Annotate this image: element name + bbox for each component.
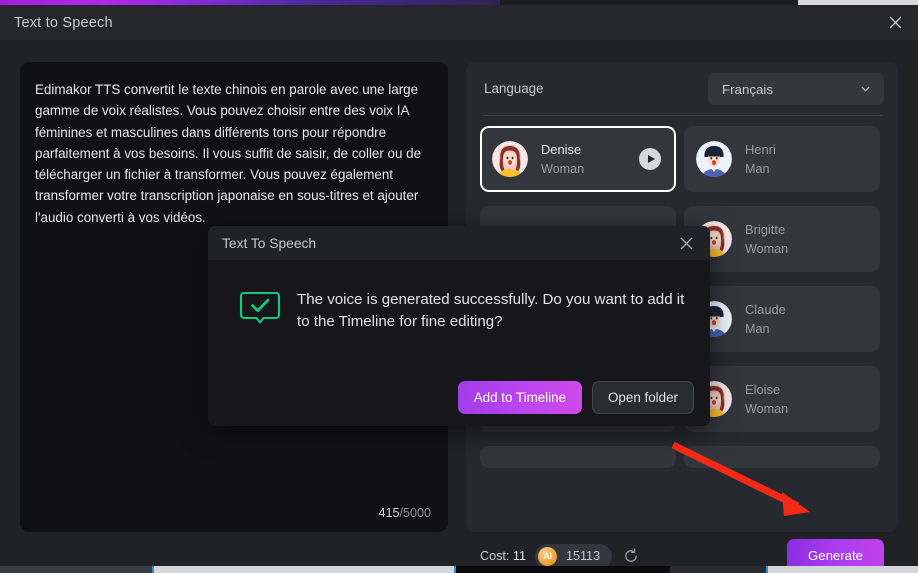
tts-text-content[interactable]: Edimakor TTS convertit le texte chinois … <box>35 79 433 228</box>
ai-coin-icon: AI <box>537 546 557 566</box>
voice-info: Claude Man <box>745 302 786 336</box>
voice-role: Woman <box>745 402 789 416</box>
voice-role: Woman <box>541 162 585 176</box>
credits-value: 15113 <box>565 549 601 563</box>
dialog-title: Text To Speech <box>222 235 317 251</box>
voice-name: Eloise <box>745 382 781 397</box>
avatar <box>696 141 732 177</box>
voice-name: Claude <box>745 302 786 317</box>
cost-label: Cost: 11 <box>480 549 526 563</box>
window-close-button[interactable] <box>872 5 918 40</box>
voice-name: Denise <box>541 142 582 157</box>
play-preview-button[interactable] <box>639 148 661 170</box>
voice-role: Man <box>745 162 770 176</box>
panel-divider <box>482 115 882 116</box>
voice-card-denise[interactable]: Denise Woman <box>480 126 676 192</box>
refresh-icon[interactable] <box>623 548 639 564</box>
dialog-body: The voice is generated successfully. Do … <box>208 260 710 426</box>
voice-card-eloise[interactable]: Eloise Woman <box>684 366 880 432</box>
page-title: Text to Speech <box>14 14 113 31</box>
cost-value: 11 <box>512 549 526 563</box>
taskbar-sliver <box>0 566 918 573</box>
language-label: Language <box>484 80 544 96</box>
dialog-title-bar: Text To Speech <box>208 226 710 260</box>
voice-info: Denise Woman <box>541 142 584 176</box>
char-count-limit: /5000 <box>399 506 431 520</box>
char-count-current: 415 <box>378 506 400 520</box>
voice-info: Henri Man <box>745 142 776 176</box>
cost-label-text: Cost: <box>480 549 510 563</box>
avatar <box>492 141 528 177</box>
voice-card-henri[interactable]: Henri Man <box>684 126 880 192</box>
character-counter: 415/5000 <box>378 506 431 520</box>
text-to-speech-window: Text to Speech Edimakor TTS convertit le… <box>0 0 918 573</box>
chevron-down-icon <box>861 86 870 92</box>
close-icon <box>680 237 692 249</box>
voice-name: Henri <box>745 142 776 157</box>
voice-info: Brigitte Woman <box>745 222 788 256</box>
add-to-timeline-button[interactable]: Add to Timeline <box>457 381 583 414</box>
voice-card-row5-right[interactable] <box>684 446 880 468</box>
window-title-bar: Text to Speech <box>0 5 918 40</box>
dialog-message: The voice is generated successfully. Do … <box>297 291 685 330</box>
avatar-woman-icon <box>492 141 528 177</box>
voice-name: Brigitte <box>745 222 786 237</box>
language-select[interactable]: Français <box>708 73 884 105</box>
open-folder-button[interactable]: Open folder <box>592 381 694 414</box>
voice-role: Man <box>745 322 770 336</box>
avatar-man-icon <box>696 141 732 177</box>
credits-badge[interactable]: AI 15113 <box>534 543 613 569</box>
voice-card-brigitte[interactable]: Brigitte Woman <box>684 206 880 272</box>
close-icon <box>889 16 901 29</box>
voice-info: Eloise Woman <box>745 382 788 416</box>
language-selected-value: Français <box>722 81 773 97</box>
voice-role: Woman <box>745 242 789 256</box>
success-check-icon <box>239 291 281 324</box>
voice-card-claude[interactable]: Claude Man <box>684 286 880 352</box>
dialog-actions: Add to Timeline Open folder <box>457 381 694 414</box>
play-icon <box>647 155 655 163</box>
voice-card-row5-left[interactable] <box>480 446 676 468</box>
dialog-close-button[interactable] <box>668 226 704 260</box>
success-dialog: Text To Speech The voice is generated su… <box>208 226 710 426</box>
